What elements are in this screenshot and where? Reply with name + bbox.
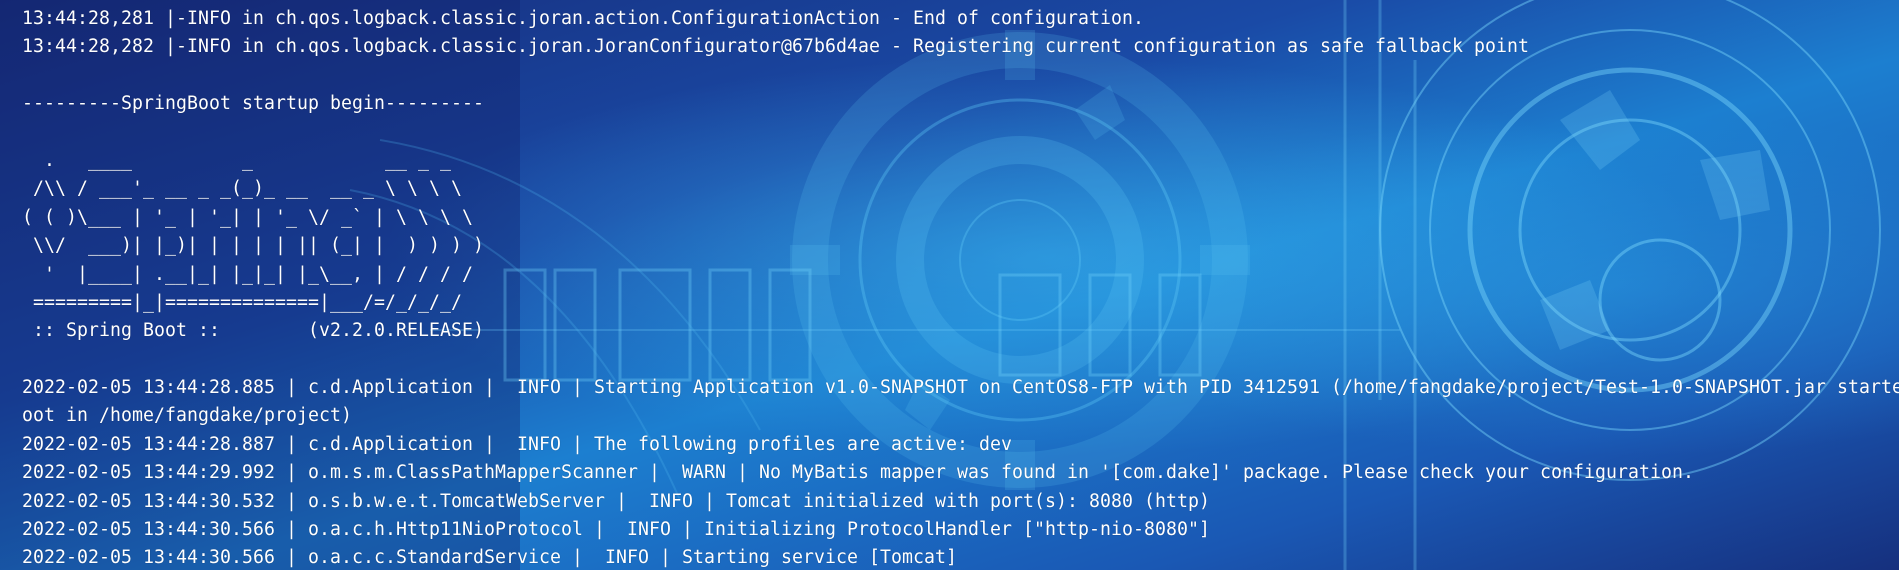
log-line: 2022-02-05 13:44:30.566 | o.a.c.c.Standa…: [22, 547, 957, 569]
ascii-art-line: ( ( )\___ | '_ | '_| | '_ \/ _` | \ \ \ …: [22, 206, 473, 228]
log-line: 13:44:28,282 |-INFO in ch.qos.logback.cl…: [22, 36, 1529, 58]
log-line: 2022-02-05 13:44:30.532 | o.s.b.w.e.t.To…: [22, 490, 1210, 512]
log-line-warning: 2022-02-05 13:44:29.992 | o.m.s.m.ClassP…: [22, 462, 1694, 484]
log-line: 2022-02-05 13:44:28.887 | c.d.Applicatio…: [22, 433, 1012, 455]
log-line: 2022-02-05 13:44:28.885 | c.d.Applicatio…: [22, 377, 1899, 399]
startup-banner-line: ---------SpringBoot startup begin-------…: [22, 93, 484, 115]
log-line: 2022-02-05 13:44:30.566 | o.a.c.h.Http11…: [22, 519, 1210, 541]
log-line-wrapped: oot in /home/fangdake/project): [22, 405, 352, 427]
ascii-art-line: /\\ / ___'_ __ _ _(_)_ __ __ _ \ \ \ \: [22, 178, 462, 200]
ascii-art-line: . ____ _ __ _ _: [22, 149, 451, 171]
log-line: 13:44:28,281 |-INFO in ch.qos.logback.cl…: [22, 8, 1144, 29]
ascii-art-line: ' |____| .__|_| |_|_| |_\__, | / / / /: [22, 263, 473, 285]
ascii-art-line: =========|_|==============|___/=/_/_/_/: [22, 291, 462, 313]
spring-boot-version-line: :: Spring Boot :: (v2.2.0.RELEASE): [22, 320, 484, 342]
ascii-art-line: \\/ ___)| |_)| | | | | || (_| | ) ) ) ): [22, 235, 484, 257]
terminal-output: 13:44:28,281 |-INFO in ch.qos.logback.cl…: [0, 0, 1899, 570]
